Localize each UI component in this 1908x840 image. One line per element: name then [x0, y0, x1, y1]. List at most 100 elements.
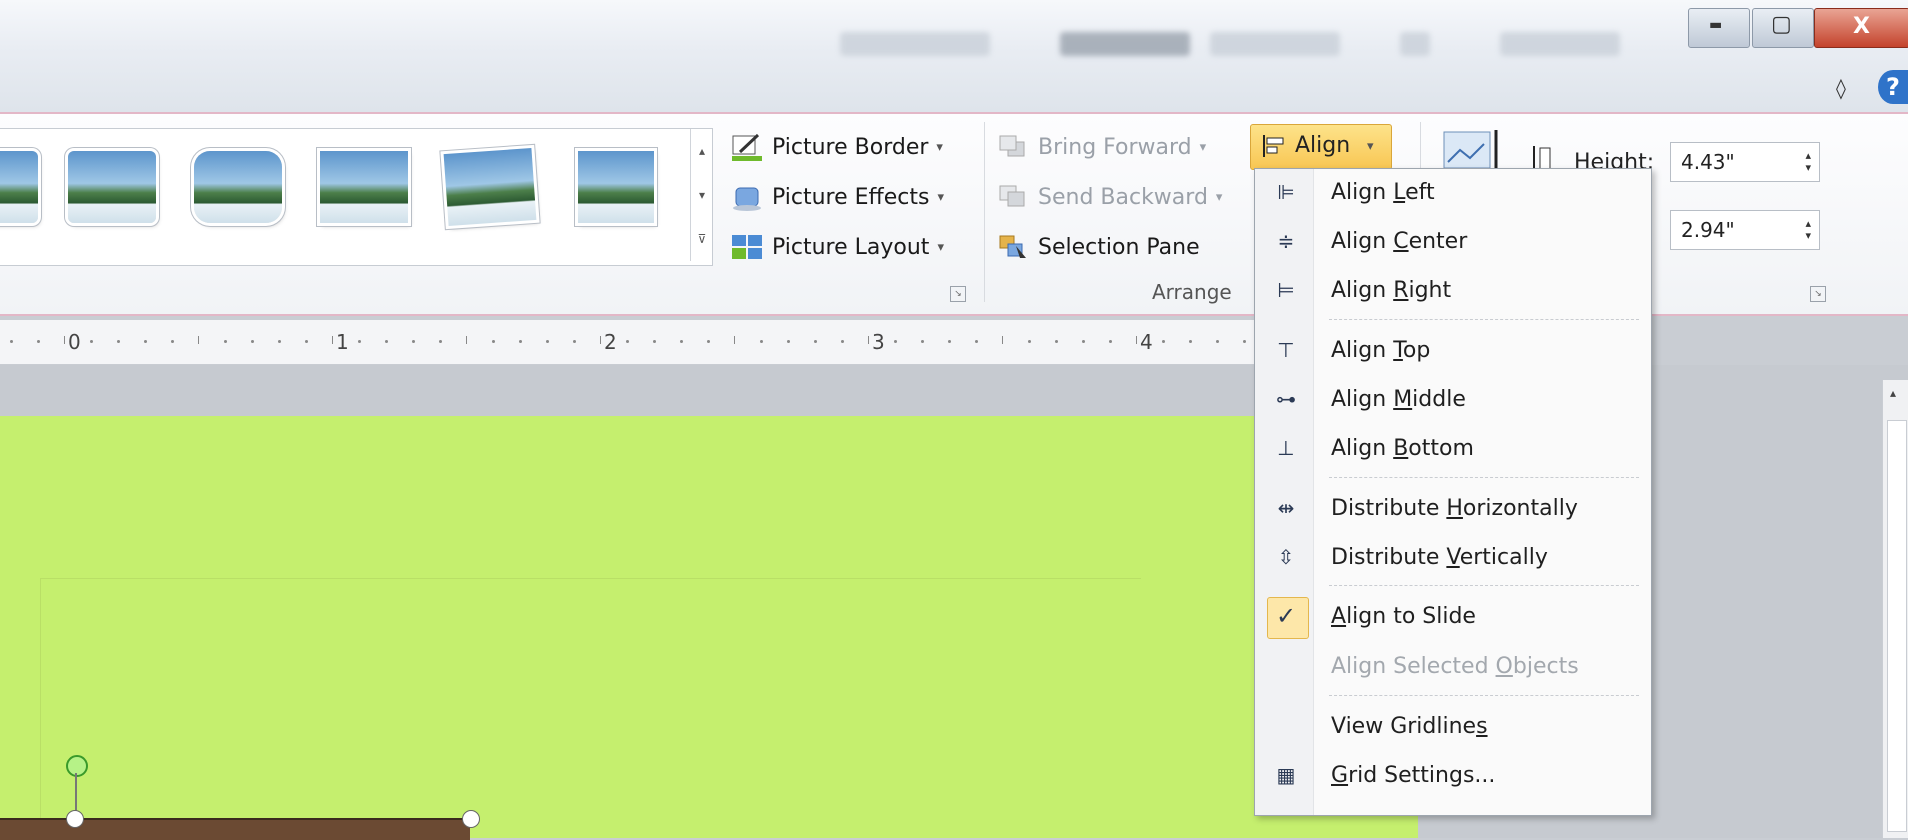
label-text: lign to Slide — [1346, 603, 1476, 629]
chevron-down-icon: ▾ — [1367, 139, 1374, 154]
ruler-number: 2 — [604, 330, 617, 354]
blurred-tab[interactable] — [1400, 32, 1430, 56]
close-button[interactable]: X — [1814, 8, 1908, 48]
gallery-scroll-up-button[interactable]: ▴ — [690, 129, 713, 173]
ruler-tick — [840, 340, 844, 343]
align-right-icon: ⊨ — [1277, 278, 1295, 302]
align-menu-item[interactable]: ≑ Align Center — [1255, 218, 1651, 264]
align-menu-item-label: Distribute Vertically — [1331, 545, 1548, 570]
bring-forward-button[interactable]: Bring Forward ▾ — [996, 128, 1206, 166]
ruler-tick — [438, 340, 442, 343]
picture-layout-label: Picture Layout — [772, 234, 930, 260]
ruler-number: 0 — [68, 330, 81, 354]
align-menu-item[interactable]: ⊨ Align Right — [1255, 267, 1651, 313]
scrollbar-thumb[interactable] — [1887, 420, 1907, 832]
gallery-more-button[interactable]: ⊽ — [690, 217, 713, 261]
ruler-tick — [1001, 336, 1003, 344]
align-menu-item[interactable]: ⇳ Distribute Vertically — [1255, 534, 1651, 580]
ruler-tick — [1055, 340, 1059, 343]
resize-handle[interactable] — [66, 810, 84, 828]
picture-border-button[interactable]: Picture Border ▾ — [730, 128, 943, 166]
maximize-button[interactable]: ▢ — [1752, 8, 1814, 48]
width-input[interactable]: 2.94" ▴ ▾ — [1670, 210, 1820, 250]
label-text: Align — [1331, 179, 1394, 205]
access-key: V — [1446, 544, 1460, 570]
picture-styles-launcher-icon[interactable]: ↘ — [950, 286, 966, 302]
height-value: 4.43" — [1681, 150, 1735, 174]
size-launcher-icon[interactable]: ↘ — [1810, 286, 1826, 302]
label-text: Align — [1331, 337, 1394, 363]
picture-style-thumbnail[interactable] — [320, 151, 408, 223]
blurred-tab[interactable] — [1210, 32, 1340, 56]
label-text: Distribute — [1331, 495, 1447, 521]
spinner-icon[interactable]: ▴ ▾ — [1805, 150, 1811, 174]
picture-style-thumbnail[interactable] — [68, 151, 156, 223]
align-menu-item[interactable]: ▦ Grid Settings... — [1255, 752, 1651, 798]
checkmark-icon: ✓ — [1275, 602, 1297, 630]
align-menu-item[interactable]: ⊶ Align Middle — [1255, 376, 1651, 422]
ruler-tick — [492, 340, 496, 343]
minimize-button[interactable]: ▬ — [1688, 8, 1750, 48]
align-menu-item[interactable]: ⇹ Distribute Horizontally — [1255, 485, 1651, 531]
align-menu-item-label: Align Bottom — [1331, 436, 1474, 461]
title-bar: ▬ ▢ X ◊ ? — [0, 0, 1908, 118]
align-menu-item[interactable]: ⊤ Align Top — [1255, 327, 1651, 373]
align-button[interactable]: Align ▾ — [1250, 124, 1392, 170]
label-text: enter — [1408, 228, 1468, 254]
picture-style-thumbnail[interactable] — [0, 151, 38, 223]
ruler-number: 1 — [336, 330, 349, 354]
width-value: 2.94" — [1681, 218, 1735, 242]
selection-pane-button[interactable]: Selection Pane — [996, 228, 1200, 266]
ruler-tick — [251, 340, 255, 343]
chevron-down-icon: ▾ — [937, 189, 944, 205]
align-top-icon: ⊤ — [1277, 338, 1295, 362]
access-key: s — [1476, 713, 1488, 739]
horizontal-ruler[interactable]: 0 1 2 3 4 — [0, 320, 1260, 365]
ruler-tick — [867, 336, 869, 344]
align-menu-item-label: Align Middle — [1331, 387, 1466, 412]
gallery-scroll-down-button[interactable]: ▾ — [690, 173, 713, 217]
access-key: T — [1393, 337, 1403, 363]
align-menu-item-label: Align to Slide — [1331, 604, 1476, 629]
picture-style-thumbnail[interactable] — [443, 148, 537, 226]
distribute-horizontally-icon: ⇹ — [1277, 496, 1295, 520]
picture-layout-button[interactable]: Picture Layout ▾ — [730, 228, 944, 266]
picture-effects-button[interactable]: Picture Effects ▾ — [730, 178, 944, 216]
blurred-account[interactable] — [1500, 32, 1620, 56]
align-left-icon: ⊫ — [1277, 180, 1295, 204]
send-backward-button[interactable]: Send Backward ▾ — [996, 178, 1222, 216]
rotation-handle[interactable] — [66, 755, 88, 777]
picture-style-thumbnail[interactable] — [194, 151, 282, 223]
ruler-tick — [814, 340, 817, 343]
align-menu-item[interactable]: ⊫ Align Left — [1255, 169, 1651, 215]
menu-separator — [1329, 477, 1639, 478]
picture-style-thumbnail[interactable] — [578, 151, 654, 223]
send-backward-icon — [996, 182, 1030, 212]
align-menu-item[interactable]: View Gridlines — [1255, 703, 1651, 749]
align-menu-item: Align Selected Objects — [1255, 643, 1651, 689]
align-menu-item[interactable]: ⊥ Align Bottom — [1255, 425, 1651, 471]
blurred-tab-active[interactable] — [1060, 32, 1190, 56]
ruler-tick — [760, 340, 764, 343]
align-menu-item[interactable]: ✓ Align to Slide — [1255, 593, 1651, 639]
height-input[interactable]: 4.43" ▴ ▾ — [1670, 142, 1820, 182]
ruler-tick — [572, 340, 576, 343]
spinner-icon[interactable]: ▴ ▾ — [1805, 218, 1811, 242]
align-menu-item-label: Align Left — [1331, 180, 1435, 205]
vertical-scrollbar[interactable]: ▴ — [1882, 380, 1908, 838]
ruler-tick — [1216, 340, 1219, 343]
ruler-tick — [1108, 340, 1112, 343]
access-key: L — [1393, 179, 1406, 205]
align-menu-item-label: Distribute Horizontally — [1331, 496, 1578, 521]
resize-handle[interactable] — [462, 810, 480, 828]
help-icon[interactable]: ? — [1878, 70, 1908, 104]
maximize-icon: ▢ — [1771, 12, 1792, 37]
minimize-icon: ▬ — [1709, 17, 1723, 33]
ruler-tick — [63, 336, 65, 344]
picture-effects-icon — [730, 182, 764, 212]
picture-border-label: Picture Border — [772, 134, 929, 160]
scroll-up-icon[interactable]: ▴ — [1890, 386, 1896, 400]
blurred-tab[interactable] — [840, 32, 990, 56]
bring-forward-icon — [996, 132, 1030, 162]
ribbon-minimize-icon[interactable]: ◊ — [1836, 76, 1846, 100]
